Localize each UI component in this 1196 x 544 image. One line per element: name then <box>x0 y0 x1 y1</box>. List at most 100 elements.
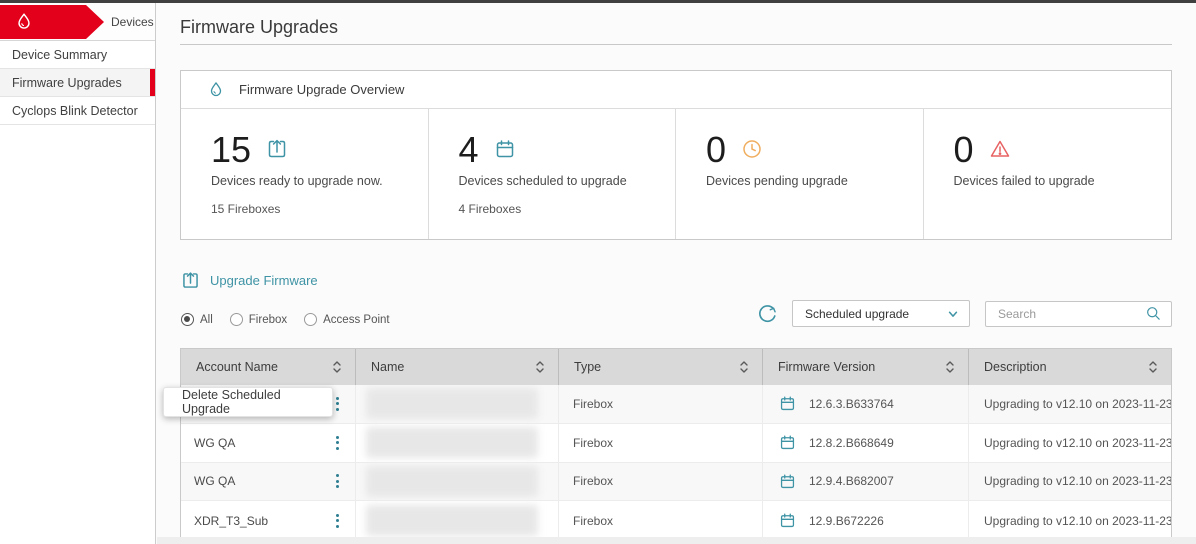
sort-icon[interactable] <box>332 360 342 374</box>
search-icon[interactable] <box>1145 305 1162 322</box>
drop-icon <box>0 11 35 33</box>
stat-sub-label: 4 Fireboxes <box>459 202 666 216</box>
stat-value: 4 <box>459 130 479 170</box>
account-name: WG QA <box>194 436 235 450</box>
account-name: WG QA <box>194 474 235 488</box>
calendar-icon <box>778 394 797 413</box>
sidebar-item-device-summary[interactable]: Device Summary <box>0 41 155 69</box>
sidebar-item-label: Device Summary <box>12 48 107 62</box>
column-header-name[interactable]: Name <box>356 349 559 385</box>
stat-value: 15 <box>211 130 251 170</box>
firmware-upgrades-table: Account Name Name Type Firmware Version … <box>180 348 1172 541</box>
stat-pending-upgrade: 0 Devices pending upgrade <box>676 109 924 239</box>
redacted-device-name <box>366 466 538 497</box>
upgrade-description: Upgrading to v12.10 on 2023-11-23 ... <box>969 501 1171 540</box>
bottom-strip <box>157 537 1196 544</box>
table-controls: Scheduled upgrade <box>756 300 1172 327</box>
firmware-version: 12.8.2.B668649 <box>809 436 894 450</box>
sidebar-item-cyclops-blink-detector[interactable]: Cyclops Blink Detector <box>0 97 155 125</box>
firmware-version: 12.6.3.B633764 <box>809 397 894 411</box>
controls-row: All Firebox Access Point <box>180 296 1172 348</box>
title-divider <box>180 44 1172 45</box>
row-menu-kebab[interactable] <box>331 470 344 492</box>
refresh-button[interactable] <box>756 302 779 325</box>
firmware-upgrade-overview-card: Firmware Upgrade Overview 15 Devices rea… <box>180 70 1172 240</box>
column-header-firmware-version[interactable]: Firmware Version <box>763 349 969 385</box>
column-header-type[interactable]: Type <box>559 349 763 385</box>
stat-label: Devices scheduled to upgrade <box>459 174 666 188</box>
row-menu-kebab[interactable] <box>331 432 344 454</box>
calendar-icon <box>493 137 517 161</box>
radio-button <box>304 313 317 326</box>
radio-all[interactable]: All <box>181 313 213 326</box>
dropdown-selected-value: Scheduled upgrade <box>805 307 909 321</box>
radio-button <box>230 313 243 326</box>
radio-access-point[interactable]: Access Point <box>304 313 389 326</box>
firmware-version: 12.9.B672226 <box>809 514 884 528</box>
app-window: Devices Device Summary Firmware Upgrades… <box>0 0 1196 544</box>
overview-card-title: Firmware Upgrade Overview <box>239 82 404 97</box>
stat-failed-to-upgrade: 0 Devices failed to upgrade <box>924 109 1172 239</box>
calendar-icon <box>778 433 797 452</box>
selected-indicator <box>150 69 155 96</box>
column-header-account-name[interactable]: Account Name <box>181 349 356 385</box>
stat-value: 0 <box>954 130 974 170</box>
firmware-version: 12.9.4.B682007 <box>809 474 894 488</box>
redacted-device-name <box>366 388 538 419</box>
warning-icon <box>988 137 1012 161</box>
top-bar <box>0 0 1196 3</box>
sidebar-item-firmware-upgrades[interactable]: Firmware Upgrades <box>0 69 155 97</box>
table-header: Account Name Name Type Firmware Version … <box>181 349 1171 385</box>
clock-icon <box>740 137 764 161</box>
sidebar-nav: Device Summary Firmware Upgrades Cyclops… <box>0 41 155 125</box>
device-type: Firebox <box>559 501 763 540</box>
sidebar: Devices Device Summary Firmware Upgrades… <box>0 3 156 544</box>
stat-value: 0 <box>706 130 726 170</box>
search-input[interactable] <box>989 307 1145 321</box>
search-box <box>985 301 1172 327</box>
upgrade-icon <box>180 270 201 291</box>
table-row: WG QA Firebox 12.8.2.B668649 Upgrading t… <box>181 424 1171 463</box>
sidebar-item-label: Cyclops Blink Detector <box>12 104 138 118</box>
calendar-icon <box>778 511 797 530</box>
devices-banner <box>0 5 104 39</box>
sort-icon[interactable] <box>535 360 545 374</box>
calendar-icon <box>778 472 797 491</box>
main-content: Firmware Upgrades Firmware Upgrade Overv… <box>157 3 1196 544</box>
overview-stats: 15 Devices ready to upgrade now. 15 Fire… <box>181 109 1171 239</box>
stat-label: Devices pending upgrade <box>706 174 913 188</box>
drop-icon <box>206 80 226 100</box>
stat-scheduled-to-upgrade: 4 Devices scheduled to upgrade 4 Firebox… <box>429 109 677 239</box>
upgrade-description: Upgrading to v12.10 on 2023-11-23 ... <box>969 463 1171 501</box>
sort-icon[interactable] <box>945 360 955 374</box>
sidebar-header: Devices <box>0 3 155 41</box>
redacted-device-name <box>366 505 538 536</box>
stat-label: Devices failed to upgrade <box>954 174 1162 188</box>
upgrade-firmware-button[interactable]: Upgrade Firmware <box>180 270 318 291</box>
stat-ready-to-upgrade: 15 Devices ready to upgrade now. 15 Fire… <box>181 109 429 239</box>
table-row: WG QA Firebox 12.9.4.B682007 Upgrading t… <box>181 463 1171 502</box>
device-type: Firebox <box>559 463 763 501</box>
upgrade-description: Upgrading to v12.10 on 2023-11-23 ... <box>969 424 1171 462</box>
page-title: Firmware Upgrades <box>180 17 1172 38</box>
redacted-device-name <box>366 427 538 458</box>
device-type: Firebox <box>559 424 763 462</box>
sort-icon[interactable] <box>739 360 749 374</box>
account-name: XDR_T3_Sub <box>194 514 268 528</box>
sort-icon[interactable] <box>1148 360 1158 374</box>
sidebar-header-label: Devices <box>111 3 154 41</box>
upgrade-icon <box>265 137 289 161</box>
device-type: Firebox <box>559 385 763 423</box>
device-type-filter: All Firebox Access Point <box>181 313 390 326</box>
row-context-menu: Delete Scheduled Upgrade <box>163 387 333 417</box>
radio-firebox[interactable]: Firebox <box>230 313 287 326</box>
stat-sub-label: 15 Fireboxes <box>211 202 418 216</box>
table-row: XDR_T3_Sub Firebox 12.9.B672226 Upgradin… <box>181 501 1171 540</box>
upgrade-type-dropdown[interactable]: Scheduled upgrade <box>792 300 970 327</box>
column-header-description[interactable]: Description <box>969 349 1171 385</box>
upgrade-firmware-label: Upgrade Firmware <box>210 273 318 288</box>
radio-button <box>181 313 194 326</box>
menu-item-delete-scheduled-upgrade[interactable]: Delete Scheduled Upgrade <box>164 388 332 416</box>
overview-card-header: Firmware Upgrade Overview <box>181 71 1171 109</box>
row-menu-kebab[interactable] <box>331 510 344 532</box>
